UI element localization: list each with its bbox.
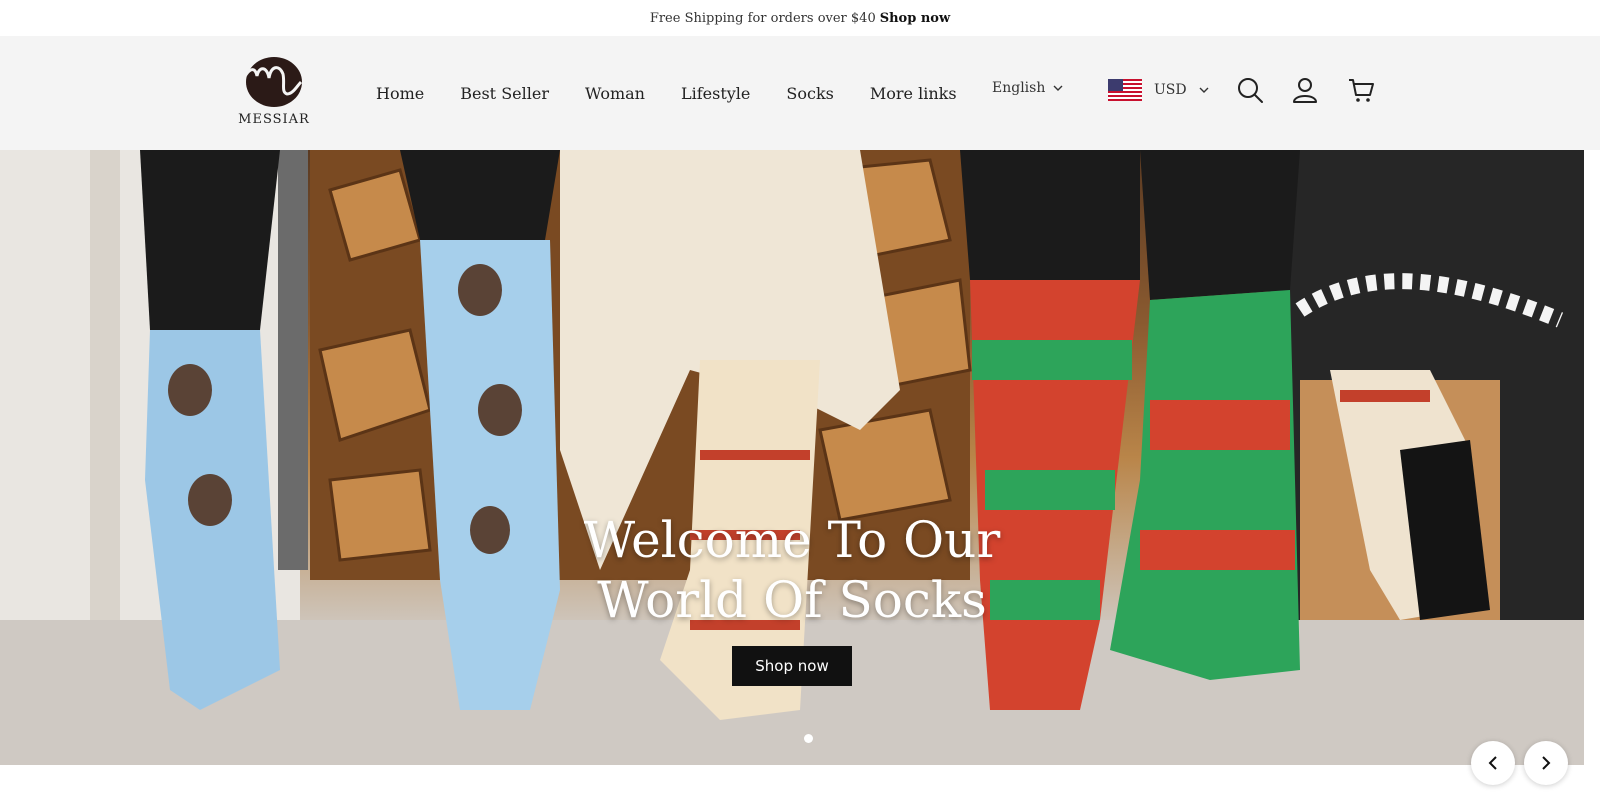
nav-item-socks[interactable]: Socks [786,84,833,103]
announcement-shop-link[interactable]: Shop now [880,11,950,26]
nav-item-woman[interactable]: Woman [585,84,645,103]
site-header: MESSIAR Home Best Seller Woman Lifestyle… [0,36,1600,150]
next-slide-button[interactable] [1524,741,1568,785]
nav-item-best-seller[interactable]: Best Seller [460,84,549,103]
search-icon[interactable] [1236,76,1264,104]
announcement-bar: Free Shipping for orders over $40 Shop n… [0,0,1600,36]
chevron-down-icon [1053,85,1063,91]
logo-text: MESSIAR [238,112,310,127]
nav-item-more-links[interactable]: More links [870,84,957,103]
hero-title-line-2: World Of Socks [597,571,987,629]
prev-slide-button[interactable] [1471,741,1515,785]
hero-title: Welcome To Our World Of Socks [0,510,1584,630]
currency-selector[interactable]: USD [1108,79,1209,101]
chevron-down-icon [1199,87,1209,93]
logo[interactable]: MESSIAR [234,54,314,134]
us-flag-icon [1108,79,1142,101]
hero-banner: Welcome To Our World Of Socks Shop now [0,150,1584,765]
account-icon[interactable] [1291,76,1319,104]
logo-mark-icon [241,57,303,107]
language-label: English [992,80,1046,96]
hero-shop-now-button[interactable]: Shop now [732,646,852,686]
cart-icon[interactable] [1347,76,1375,104]
currency-label: USD [1154,82,1187,98]
hero-title-line-1: Welcome To Our [583,511,1001,569]
chevron-right-icon [1542,756,1551,770]
nav-item-lifestyle[interactable]: Lifestyle [681,84,750,103]
main-nav: Home Best Seller Woman Lifestyle Socks M… [376,36,993,150]
chevron-left-icon [1488,756,1497,770]
language-selector[interactable]: English [992,80,1063,96]
slide-dot[interactable] [804,734,813,743]
nav-item-home[interactable]: Home [376,84,424,103]
announcement-text: Free Shipping for orders over $40 [649,10,876,26]
